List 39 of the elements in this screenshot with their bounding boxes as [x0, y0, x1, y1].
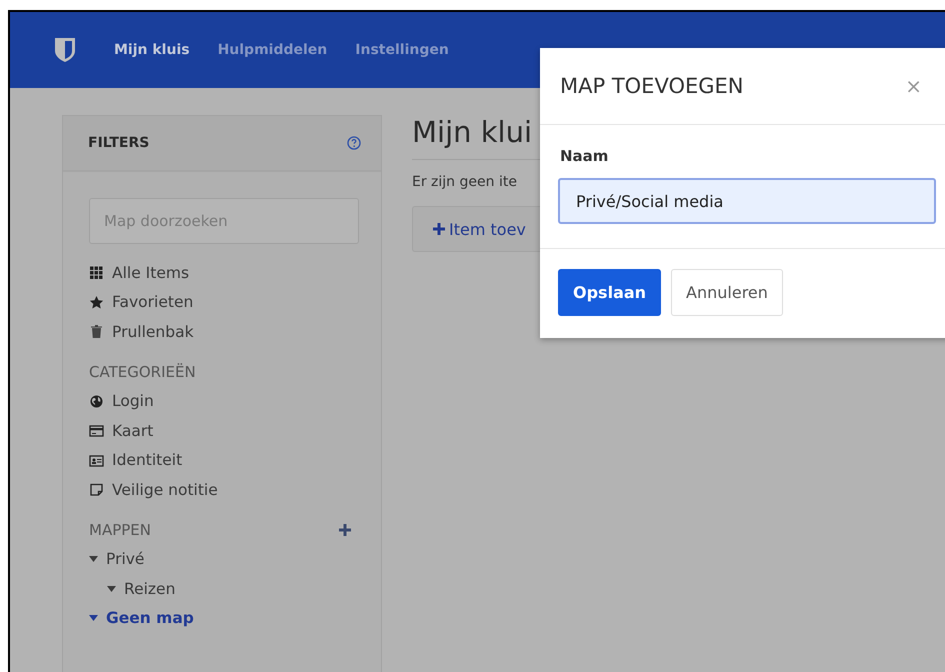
plus-icon[interactable]	[339, 524, 351, 536]
note-icon	[89, 482, 104, 498]
close-button[interactable]: ×	[905, 74, 922, 98]
sidebar-item[interactable]: Login	[89, 386, 359, 416]
search-field[interactable]: Map doorzoeken	[89, 198, 359, 244]
id-card-icon	[89, 452, 104, 468]
empty-message: Er zijn geen ite	[412, 174, 518, 190]
dialog-title: MAP TOEVOEGEN	[560, 74, 744, 98]
sidebar-item[interactable]: Kaart	[89, 416, 359, 446]
globe-icon	[89, 394, 104, 409]
nav-link[interactable]: Mijn kluis	[114, 42, 190, 58]
grid-icon	[89, 265, 104, 280]
caret-icon	[89, 615, 98, 622]
panel-title: FILTERS	[88, 135, 150, 151]
add-item-button[interactable]: Item toev	[412, 206, 540, 252]
caret-icon	[107, 586, 116, 592]
cancel-button[interactable]: Annuleren	[671, 269, 783, 316]
section-heading: CATEGORIEËN	[89, 362, 196, 380]
star-icon	[89, 294, 104, 310]
save-button[interactable]: Opslaan	[558, 269, 662, 316]
section-heading: MAPPEN	[89, 520, 151, 538]
name-input-field[interactable]: Privé/Social media	[558, 178, 936, 224]
caret-icon	[89, 556, 98, 562]
shield-logo-icon	[54, 37, 76, 63]
folder-item[interactable]: Privé	[89, 544, 359, 574]
nav-link[interactable]: Instellingen	[355, 42, 449, 58]
sidebar-item[interactable]: Favorieten	[89, 288, 359, 317]
trash-icon	[89, 324, 104, 340]
credit-card-icon	[89, 423, 104, 438]
folder-item[interactable]: Reizen	[107, 574, 359, 604]
plus-icon	[433, 223, 445, 235]
sidebar-item[interactable]: Identiteit	[89, 446, 359, 475]
nav-link[interactable]: Hulpmiddelen	[218, 42, 328, 58]
field-label: Naam	[560, 147, 610, 165]
sidebar-item[interactable]: Prullenbak	[89, 317, 359, 346]
sidebar-item[interactable]: Veilige notitie	[89, 475, 359, 504]
sidebar-item[interactable]: Alle Items	[89, 258, 359, 288]
folder-item[interactable]: Geen map	[89, 604, 359, 633]
help-icon[interactable]	[347, 136, 361, 150]
